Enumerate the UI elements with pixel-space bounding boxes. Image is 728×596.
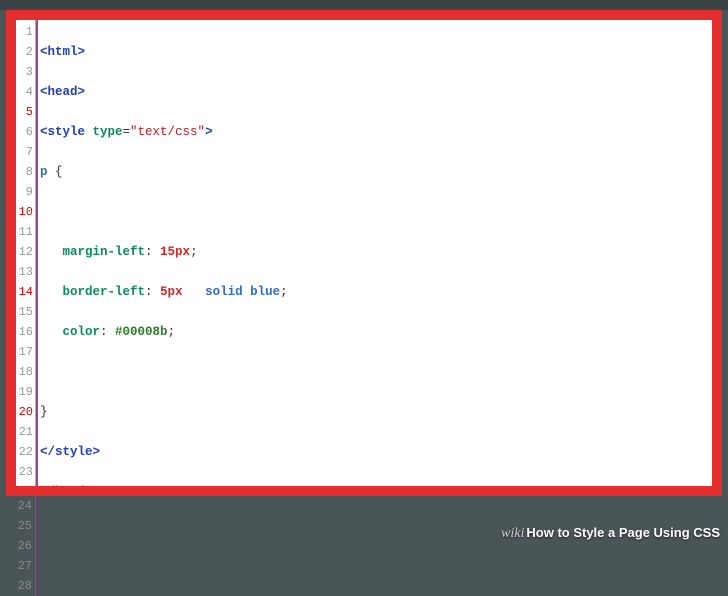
line-number: 2 bbox=[16, 42, 33, 62]
line-number: 10 bbox=[16, 202, 33, 222]
code-line: p { bbox=[40, 162, 712, 182]
code-line: color: #00008b; bbox=[40, 322, 712, 342]
editor-below-frame: 24 25 26 27 28 bbox=[6, 496, 722, 596]
window-top-strip bbox=[0, 0, 728, 10]
line-number: 11 bbox=[16, 222, 33, 242]
line-number-gutter-below: 24 25 26 27 28 bbox=[6, 496, 36, 596]
code-line: margin-left: 15px; bbox=[40, 242, 712, 262]
code-line: <html> bbox=[40, 42, 712, 62]
line-number: 6 bbox=[16, 122, 33, 142]
code-line bbox=[40, 202, 712, 222]
code-area-below bbox=[36, 496, 722, 596]
line-number: 26 bbox=[6, 536, 32, 556]
code-line: <style type="text/css"> bbox=[40, 122, 712, 142]
line-number: 3 bbox=[16, 62, 33, 82]
line-number: 16 bbox=[16, 322, 33, 342]
line-number: 25 bbox=[6, 516, 32, 536]
line-number: 22 bbox=[16, 442, 33, 462]
editor-highlight-frame: 1 2 3 4 5 6 7 8 9 10 11 12 13 14 15 16 1… bbox=[6, 10, 722, 496]
line-number: 24 bbox=[6, 496, 32, 516]
line-number: 9 bbox=[16, 182, 33, 202]
code-line: </head> bbox=[40, 482, 712, 486]
line-number: 27 bbox=[6, 556, 32, 576]
line-number: 21 bbox=[16, 422, 33, 442]
line-number: 1 bbox=[16, 22, 33, 42]
line-number: 5 bbox=[16, 102, 33, 122]
line-number: 19 bbox=[16, 382, 33, 402]
watermark-brand: wiki bbox=[501, 526, 524, 542]
line-number: 28 bbox=[6, 576, 32, 596]
line-number: 4 bbox=[16, 82, 33, 102]
line-number: 15 bbox=[16, 302, 33, 322]
line-number: 13 bbox=[16, 262, 33, 282]
line-number: 20 bbox=[16, 402, 33, 422]
watermark-title: How to Style a Page Using CSS bbox=[526, 525, 720, 540]
watermark: wiki How to Style a Page Using CSS bbox=[501, 525, 720, 542]
line-number: 23 bbox=[16, 462, 33, 482]
line-number: 8 bbox=[16, 162, 33, 182]
code-line: border-left: 5px solid blue; bbox=[40, 282, 712, 302]
line-number: 7 bbox=[16, 142, 33, 162]
line-number: 18 bbox=[16, 362, 33, 382]
code-line: <head> bbox=[40, 82, 712, 102]
line-number: 14 bbox=[16, 282, 33, 302]
code-line: } bbox=[40, 402, 712, 422]
code-area[interactable]: <html> <head> <style type="text/css"> p … bbox=[36, 20, 712, 486]
line-number: 12 bbox=[16, 242, 33, 262]
code-line: </style> bbox=[40, 442, 712, 462]
code-line bbox=[40, 362, 712, 382]
line-number-gutter: 1 2 3 4 5 6 7 8 9 10 11 12 13 14 15 16 1… bbox=[16, 20, 36, 486]
line-number: 17 bbox=[16, 342, 33, 362]
